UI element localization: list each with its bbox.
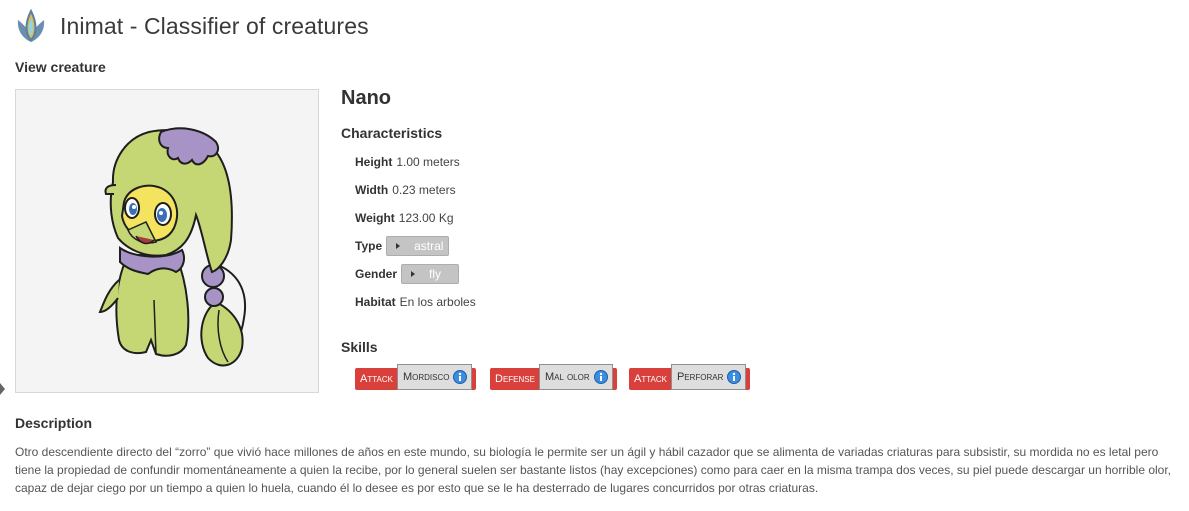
- type-dropdown-value: astral: [414, 239, 444, 253]
- page-subtitle: View creature: [15, 59, 106, 75]
- left-edge-arrow-icon: [0, 383, 5, 395]
- info-icon[interactable]: [453, 370, 468, 384]
- skills-heading: Skills: [341, 339, 378, 355]
- skill-name-box[interactable]: Perforar: [670, 364, 747, 390]
- weight-label: Weight: [355, 211, 395, 225]
- skill-kind: Attack: [355, 368, 397, 390]
- skill-name-box[interactable]: Mordisco: [396, 364, 473, 390]
- skill-badge[interactable]: Attack Mordisco: [355, 364, 477, 390]
- app-title: Inimat - Classifier of creatures: [60, 12, 369, 39]
- drop-leaf-logo-icon: [17, 8, 45, 42]
- habitat-value: En los arboles: [399, 295, 476, 309]
- gender-label: Gender: [355, 267, 398, 281]
- habitat-row: Habitat En los arboles: [355, 291, 476, 313]
- width-row: Width 0.23 meters: [355, 179, 456, 201]
- weight-row: Weight 123.00 Kg: [355, 207, 454, 229]
- header: Inimat - Classifier of creatures: [14, 8, 369, 44]
- height-row: Height 1.00 meters: [355, 151, 460, 173]
- skill-name: Mordisco: [402, 371, 450, 383]
- skill-kind: Attack: [629, 368, 671, 390]
- skill-kind: Defense: [490, 368, 539, 390]
- characteristics-heading: Characteristics: [341, 125, 443, 141]
- skill-badge[interactable]: Defense Mal olor: [490, 364, 617, 390]
- habitat-label: Habitat: [355, 295, 396, 309]
- creature-name: Nano: [341, 87, 391, 109]
- skill-name: Mal olor: [544, 371, 590, 383]
- info-icon[interactable]: [727, 370, 742, 384]
- width-value: 0.23 meters: [392, 183, 456, 197]
- height-label: Height: [355, 155, 393, 169]
- description-heading: Description: [15, 415, 93, 431]
- height-value: 1.00 meters: [396, 155, 460, 169]
- skill-badge-tail: [746, 368, 751, 390]
- creature-illustration: [98, 127, 246, 367]
- width-label: Width: [355, 183, 389, 197]
- skill-badge[interactable]: Attack Perforar: [629, 364, 751, 390]
- type-dropdown[interactable]: astral: [386, 236, 450, 256]
- description-text: Otro descendiente directo del “zorro” qu…: [15, 445, 1172, 496]
- weight-value: 123.00 Kg: [398, 211, 454, 225]
- skill-name-box[interactable]: Mal olor: [538, 364, 613, 390]
- skill-badge-tail: [612, 368, 617, 390]
- type-label: Type: [355, 239, 383, 253]
- gender-row: Gender fly: [355, 263, 460, 285]
- info-icon[interactable]: [593, 370, 608, 384]
- skill-name: Perforar: [676, 371, 724, 383]
- gender-dropdown[interactable]: fly: [401, 264, 460, 284]
- type-row: Type astral: [355, 235, 450, 257]
- gender-dropdown-value: fly: [429, 267, 442, 281]
- skill-badge-tail: [472, 368, 477, 390]
- creature-image: [15, 89, 319, 393]
